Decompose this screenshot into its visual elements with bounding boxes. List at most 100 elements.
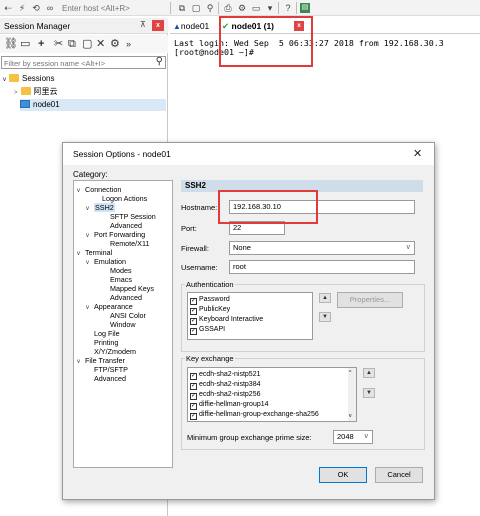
chevron-down-icon[interactable]: v [407, 242, 411, 254]
pin-icon[interactable]: ⊼ [140, 20, 146, 29]
kex-item[interactable]: ✓ diffie-hellman-group14 [190, 400, 269, 410]
session-filter[interactable]: ⚲ [1, 56, 166, 69]
chevron-down-icon[interactable]: v [77, 358, 85, 367]
kex-item[interactable]: ✓ ecdh-sha2-nistp256 [190, 390, 261, 400]
kex-move-up-button[interactable]: ▲ [363, 368, 375, 378]
move-down-button[interactable]: ▼ [319, 312, 331, 322]
kex-item[interactable]: ✓ diffie-hellman-group-exchange-sha256 [190, 410, 319, 420]
username-field[interactable] [229, 260, 415, 274]
kex-list[interactable]: ✓ ecdh-sha2-nistp521 ✓ ecdh-sha2-nistp384 … [187, 367, 357, 422]
checkbox-checked-icon[interactable]: ✓ [190, 318, 197, 325]
cat-remote-x11[interactable]: Remote/X11 [110, 239, 149, 248]
chevron-down-icon[interactable]: v [3, 77, 6, 83]
chevron-down-icon[interactable]: v [365, 431, 369, 443]
firewall-select[interactable]: None v [229, 241, 415, 255]
checkbox-checked-icon[interactable]: ✓ [190, 413, 197, 420]
cat-logon-actions[interactable]: Logon Actions [102, 194, 147, 203]
auth-item[interactable]: ✓ Keyboard Interactive [190, 315, 263, 325]
chevron-up-icon[interactable]: ^ [349, 370, 351, 376]
min-prime-select[interactable]: 2048 v [333, 430, 373, 444]
tree-sessions[interactable]: v Sessions [3, 73, 54, 85]
cat-emacs[interactable]: Emacs [110, 275, 132, 284]
hostname-field[interactable] [229, 200, 415, 214]
kex-item[interactable]: ✓ ecdh-sha2-nistp521 [190, 370, 261, 380]
checkbox-checked-icon[interactable]: ✓ [190, 403, 197, 410]
hostname-input[interactable] [233, 202, 414, 211]
paste-session-icon[interactable]: ▢ [82, 38, 92, 50]
chevron-down-icon[interactable]: v [86, 232, 94, 241]
reconnect-icon[interactable]: ⟲ [30, 2, 42, 14]
move-up-button[interactable]: ▲ [319, 293, 331, 303]
tab-node01[interactable]: ▲node01 [173, 19, 209, 33]
category-tree[interactable]: v Connection Logon Actions v SSH2 SFTP Ses… [73, 180, 173, 468]
copy-icon[interactable]: ⧉ [176, 2, 188, 14]
session-filter-input[interactable] [4, 58, 149, 68]
checkbox-checked-icon[interactable]: ✓ [190, 298, 197, 305]
port-input[interactable] [233, 223, 284, 232]
auth-item[interactable]: ✓ PublicKey [190, 305, 230, 315]
cat-ft-advanced[interactable]: Advanced [94, 374, 126, 383]
host-input[interactable] [62, 2, 162, 14]
chevron-down-icon[interactable]: v [77, 187, 85, 196]
kex-scrollbar[interactable]: ^ v [348, 368, 356, 421]
cat-sftp-session[interactable]: SFTP Session [110, 212, 156, 221]
cut-icon[interactable]: ✂ [54, 38, 63, 50]
cat-mapped-keys[interactable]: Mapped Keys [110, 284, 154, 293]
cat-ansi-color[interactable]: ANSI Color [110, 311, 146, 320]
close-panel-button[interactable]: x [152, 20, 164, 31]
auth-item[interactable]: ✓ GSSAPI [190, 325, 225, 335]
tab-node01-1[interactable]: ✔ node01 (1) x [222, 19, 308, 33]
new-window-icon[interactable]: ▭ [20, 38, 30, 50]
ok-button[interactable]: OK [319, 467, 367, 483]
checkbox-checked-icon[interactable]: ✓ [190, 393, 197, 400]
delete-icon[interactable]: ✕ [96, 38, 105, 50]
tree-aliyun[interactable]: > 阿里云 [14, 86, 58, 98]
keymap-icon[interactable]: ▭ [250, 2, 262, 14]
kex-move-down-button[interactable]: ▼ [363, 388, 375, 398]
copy-session-icon[interactable]: ⧉ [68, 38, 76, 50]
more-icon[interactable]: » [126, 38, 131, 50]
tree-node01[interactable]: node01 [20, 99, 166, 111]
cat-label: Appearance [94, 302, 133, 311]
sftp-icon[interactable]: ⚙ [236, 2, 248, 14]
properties-button[interactable]: Properties... [337, 292, 403, 308]
print-icon[interactable]: ⎙ [222, 2, 234, 14]
chevron-down-icon[interactable]: v [86, 304, 94, 313]
chevron-down-icon[interactable]: v [349, 413, 352, 419]
chevron-right-icon[interactable]: > [14, 90, 18, 96]
chevron-down-icon[interactable]: v [86, 205, 94, 214]
close-dialog-button[interactable]: ✕ [413, 147, 422, 160]
find-icon[interactable]: ⚲ [204, 2, 216, 14]
close-tab-button[interactable]: x [294, 21, 304, 31]
kex-item[interactable]: ✓ ecdh-sha2-nistp384 [190, 380, 261, 390]
add-session-icon[interactable]: + [38, 38, 44, 50]
checkbox-checked-icon[interactable]: ✓ [190, 383, 197, 390]
cat-ftp-sftp[interactable]: FTP/SFTP [94, 365, 128, 374]
cat-printing[interactable]: Printing [94, 338, 118, 347]
username-input[interactable] [233, 262, 414, 271]
cat-modes[interactable]: Modes [110, 266, 132, 275]
disconnect-icon[interactable]: ∞ [44, 2, 56, 14]
connect-icon[interactable]: ⇠ [2, 2, 14, 14]
link-icon[interactable]: ⛓ [4, 38, 18, 50]
cat-emulation-advanced[interactable]: Advanced [110, 293, 142, 302]
port-field[interactable] [229, 221, 285, 235]
checkbox-checked-icon[interactable]: ✓ [190, 308, 197, 315]
cat-xyzmodem[interactable]: X/Y/Zmodem [94, 347, 136, 356]
help-icon[interactable]: ? [282, 2, 294, 14]
auth-list[interactable]: ✓ Password ✓ PublicKey ✓ Keyboard Interacti… [187, 292, 313, 340]
cat-log-file[interactable]: Log File [94, 329, 120, 338]
keymap2-icon[interactable]: ▾ [264, 2, 276, 14]
checkbox-checked-icon[interactable]: ✓ [190, 328, 197, 335]
screen-icon[interactable]: ▤ [300, 3, 310, 13]
paste-icon[interactable]: ▢ [190, 2, 202, 14]
cancel-button[interactable]: Cancel [375, 467, 423, 483]
auth-item[interactable]: ✓ Password [190, 295, 230, 305]
properties-icon[interactable]: ⚙ [110, 38, 120, 50]
lightning-icon[interactable]: ⚡ [16, 2, 28, 14]
cat-ssh2-advanced[interactable]: Advanced [110, 221, 142, 230]
checkbox-checked-icon[interactable]: ✓ [190, 373, 197, 380]
chevron-down-icon[interactable]: v [77, 250, 85, 259]
chevron-down-icon[interactable]: v [86, 259, 94, 268]
cat-window[interactable]: Window [110, 320, 136, 329]
